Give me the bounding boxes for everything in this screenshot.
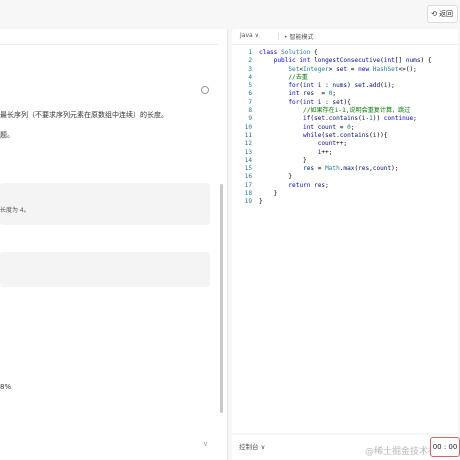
- example-box-2: [0, 252, 210, 287]
- code-text: res = Math.max(res,count);: [303, 165, 399, 173]
- code-text: //如果存在i-1,说明会重复计算，跳过: [303, 107, 411, 115]
- code-line[interactable]: 17 return res;: [232, 182, 432, 190]
- line-number: 18: [244, 190, 252, 198]
- code-text: return res;: [288, 181, 329, 189]
- code-area[interactable]: 1 class Solution {2 public int longestCon…: [232, 49, 432, 207]
- divider: [278, 33, 279, 40]
- line-number: 14: [244, 156, 252, 164]
- line-number: 9: [248, 115, 252, 123]
- example-output-note: 长度为 4。: [0, 207, 30, 214]
- code-line[interactable]: 1 class Solution {: [232, 49, 432, 57]
- line-number: 10: [244, 123, 252, 131]
- code-line[interactable]: 3 Set<Integer> set = new HashSet<>();: [232, 66, 432, 74]
- code-line[interactable]: 8 //如果存在i-1,说明会重复计算，跳过: [232, 107, 432, 115]
- line-number: 4: [248, 73, 252, 81]
- divider: [0, 44, 218, 45]
- code-line[interactable]: 10 int count = 0;: [232, 124, 432, 132]
- bullet-icon: •: [284, 34, 288, 41]
- line-number: 2: [248, 57, 252, 65]
- chevron-down-icon: ∨: [260, 443, 266, 451]
- code-line[interactable]: 6 int res = 0;: [232, 90, 432, 98]
- code-text: //去重: [288, 73, 308, 81]
- code-text: class Solution {: [259, 49, 318, 56]
- description-line: 题。: [0, 131, 14, 139]
- smart-mode-toggle[interactable]: • 智能模式: [284, 32, 313, 41]
- code-text: }: [259, 173, 293, 181]
- code-text: for(int i : nums) set.add(i);: [288, 82, 395, 90]
- code-line[interactable]: 5 for(int i : nums) set.add(i);: [232, 82, 432, 90]
- code-line[interactable]: 11 while(set.contains(i)){: [232, 132, 432, 140]
- back-button[interactable]: ⟲ 返回: [427, 5, 458, 23]
- code-line[interactable]: 18 }: [232, 190, 432, 198]
- editor-toolbar: Java ∨ • 智能模式: [232, 29, 458, 45]
- line-number: 3: [248, 65, 252, 73]
- code-line[interactable]: 12 count++;: [232, 140, 432, 148]
- language-select[interactable]: Java ∨: [240, 32, 259, 39]
- code-text: }: [259, 156, 307, 164]
- circle-icon[interactable]: [201, 86, 209, 94]
- description-line: 最长序列（不要求序列元素在原数组中连续）的长度。: [0, 111, 168, 119]
- console-toggle[interactable]: 控制台 ∨: [239, 441, 265, 451]
- code-line[interactable]: 14 }: [232, 157, 432, 165]
- code-text: int count = 0;: [303, 123, 355, 131]
- code-text: if(set.contains(i-1)) continue;: [303, 115, 417, 123]
- line-number: 11: [244, 131, 252, 139]
- code-text: while(set.contains(i)){: [303, 131, 388, 139]
- line-number: 6: [248, 90, 252, 98]
- code-text: }: [259, 198, 263, 206]
- code-text: public int longestConsecutive(int[] nums…: [273, 57, 432, 65]
- chevron-down-icon[interactable]: ∨: [203, 440, 208, 448]
- scrollbar[interactable]: [220, 184, 223, 413]
- code-line[interactable]: 15 res = Math.max(res,count);: [232, 165, 432, 173]
- code-text: count++;: [317, 140, 348, 148]
- code-line[interactable]: 9 if(set.contains(i-1)) continue;: [232, 115, 432, 123]
- line-number: 15: [244, 165, 252, 173]
- line-number: 5: [248, 82, 252, 90]
- stat-text: 8%: [0, 383, 12, 391]
- code-editor[interactable]: Java ∨ • 智能模式 1 class Solution {2 public …: [232, 29, 458, 433]
- code-text: }: [259, 190, 278, 198]
- line-number: 16: [244, 173, 252, 181]
- line-number: 7: [248, 98, 252, 106]
- undo-icon: ⟲: [431, 10, 437, 18]
- line-number: 8: [248, 107, 252, 115]
- code-text: for(int i : set){: [288, 98, 351, 106]
- line-number: 19: [244, 198, 252, 206]
- code-text: Set<Integer> set = new HashSet<>();: [288, 65, 417, 73]
- code-line[interactable]: 13 i++;: [232, 149, 432, 157]
- timer[interactable]: 00 : 00: [430, 437, 460, 457]
- example-box-1: 长度为 4。: [0, 183, 210, 225]
- line-number: 17: [244, 181, 252, 189]
- back-label: 返回: [439, 10, 453, 18]
- smart-mode-label: 智能模式: [289, 34, 314, 41]
- code-text: i++;: [317, 148, 333, 156]
- line-number: 12: [244, 140, 252, 148]
- top-bar: ⟲ 返回: [0, 0, 460, 26]
- line-number: 1: [248, 49, 252, 56]
- code-line[interactable]: 16 }: [232, 173, 432, 181]
- code-line[interactable]: 7 for(int i : set){: [232, 99, 432, 107]
- code-line[interactable]: 2 public int longestConsecutive(int[] nu…: [232, 57, 432, 65]
- chevron-down-icon: ∨: [254, 32, 260, 39]
- code-line[interactable]: 19}: [232, 198, 432, 206]
- language-label: Java: [240, 32, 253, 39]
- code-text: int res = 0;: [288, 90, 337, 98]
- problem-description-panel: 最长序列（不要求序列元素在原数组中连续）的长度。 题。 长度为 4。 8% ∨: [0, 29, 228, 460]
- code-line[interactable]: 4 //去重: [232, 74, 432, 82]
- console-label: 控制台: [239, 443, 259, 451]
- line-number: 13: [244, 148, 252, 156]
